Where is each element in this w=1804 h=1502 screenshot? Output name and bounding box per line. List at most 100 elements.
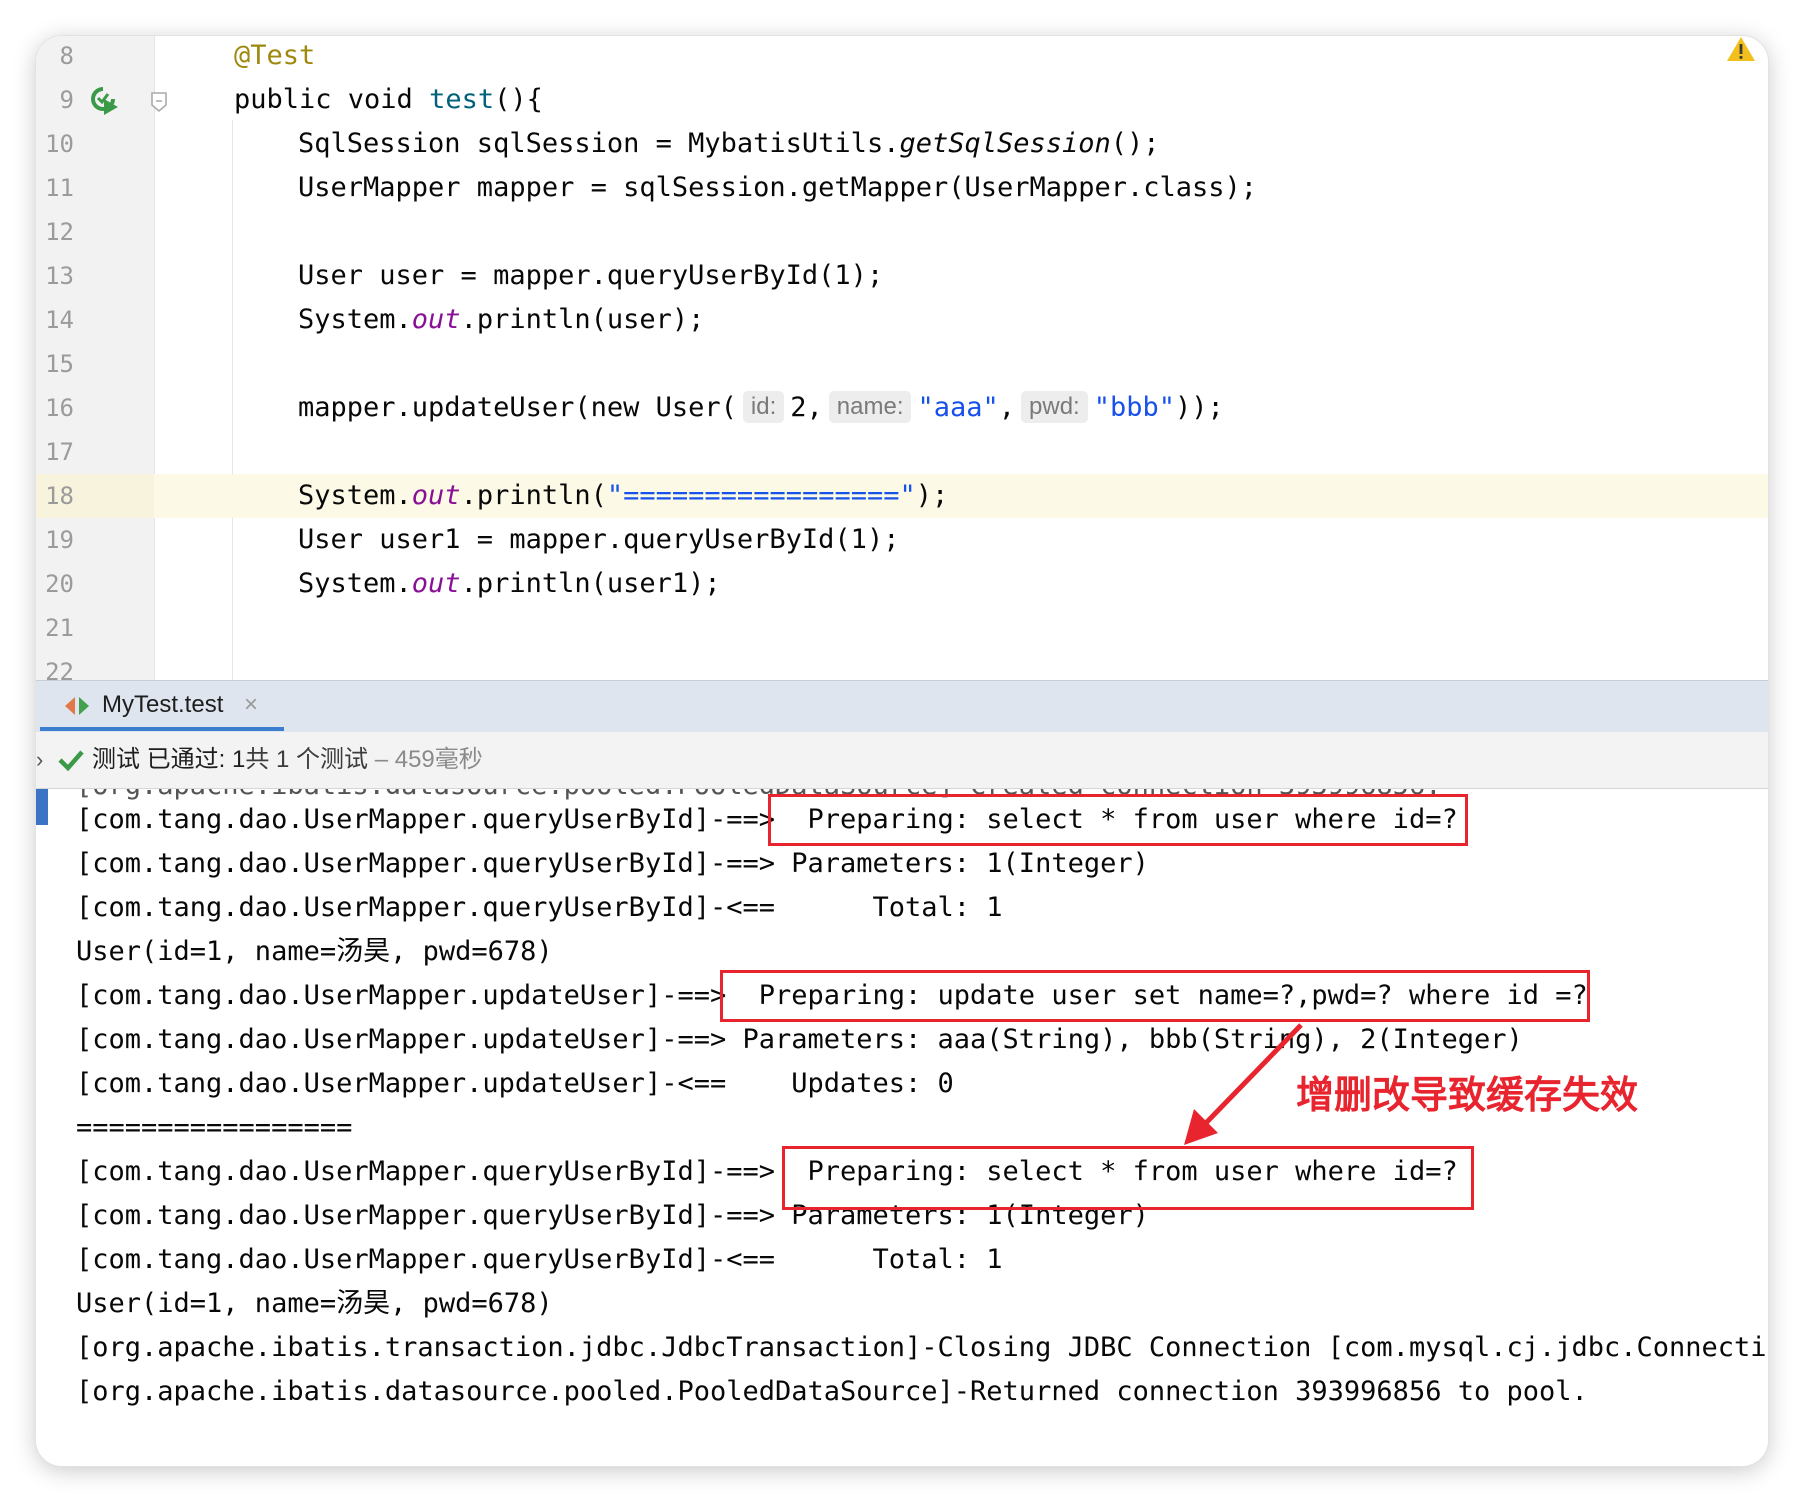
code-token: .println( — [460, 480, 607, 511]
fold-icon[interactable] — [150, 91, 168, 113]
code-line: 22 — [36, 650, 1768, 680]
console-marker — [36, 789, 48, 825]
code-line: 12 — [36, 210, 1768, 254]
line-number: 9 — [59, 86, 74, 114]
annotation-callout: 增删改导致缓存失效 — [1296, 1073, 1639, 1117]
console-line: [org.apache.ibatis.transaction.jdbc.Jdbc… — [76, 1332, 1768, 1363]
code-line: 16 mapper.updateUser(new User(id: 2, name:… — [36, 386, 1768, 430]
line-number: 20 — [45, 570, 74, 598]
code-text: System.out.println("================="); — [234, 474, 948, 518]
annotation-arrow-icon — [1184, 1023, 1303, 1145]
test-status-text: 测试 已通过: 1共 1 个测试 – 459毫秒 — [92, 732, 483, 788]
line-number: 8 — [59, 42, 74, 70]
test-run-icon — [65, 697, 89, 715]
code-text: System.out.println(user1); — [234, 562, 721, 606]
code-text: @Test — [234, 36, 315, 78]
code-line: 13 User user = mapper.queryUserById(1); — [36, 254, 1768, 298]
code-token: (){ — [494, 84, 543, 115]
code-token: User user = mapper.queryUserById(1); — [298, 260, 884, 291]
code-line: 20 System.out.println(user1); — [36, 562, 1768, 606]
console-line: [com.tang.dao.UserMapper.queryUserById]-… — [76, 848, 1149, 879]
code-token: System. — [298, 568, 412, 599]
test-passed-label: 测试 已通过: 1 — [92, 746, 246, 773]
code-token: User user1 = mapper.queryUserById(1); — [298, 524, 900, 555]
code-token: public void — [234, 84, 430, 115]
line-number: 10 — [45, 130, 74, 158]
code-token: , — [998, 392, 1016, 423]
string-literal: "=================" — [606, 480, 916, 511]
line-number: 19 — [45, 526, 74, 554]
static-field: out — [411, 480, 461, 511]
code-line-current: 18 System.out.println("=================… — [36, 474, 1768, 518]
code-line: 8 @Test — [36, 36, 1768, 78]
method-name: test — [429, 84, 495, 115]
code-token: mapper.updateUser(new User( — [298, 392, 737, 423]
console-line: [com.tang.dao.UserMapper.queryUserById]-… — [76, 892, 1003, 923]
code-token: .println(user); — [460, 304, 705, 335]
console-line: User(id=1, name=汤昊, pwd=678) — [76, 936, 553, 967]
code-token: .println(user1); — [460, 568, 721, 599]
code-text: UserMapper mapper = sqlSession.getMapper… — [234, 166, 1257, 210]
code-token: SqlSession sqlSession = MybatisUtils. — [298, 128, 900, 159]
code-line: 15 — [36, 342, 1768, 386]
test-status-bar: › 测试 已通过: 1共 1 个测试 – 459毫秒 — [36, 732, 1768, 789]
line-number: 11 — [45, 174, 74, 202]
static-field: out — [411, 304, 461, 335]
chevron-right-icon[interactable]: › — [36, 732, 43, 788]
run-test-icon[interactable] — [90, 85, 120, 115]
code-line: 21 — [36, 606, 1768, 650]
string-literal: "bbb" — [1093, 392, 1176, 423]
code-token: System. — [298, 304, 412, 335]
test-count: 共 1 个测试 — [245, 746, 369, 773]
line-number: 21 — [45, 614, 74, 642]
check-icon — [58, 750, 84, 772]
code-line: 19 User user1 = mapper.queryUserById(1); — [36, 518, 1768, 562]
code-line: 11 UserMapper mapper = sqlSession.getMap… — [36, 166, 1768, 210]
annotation: @Test — [234, 40, 316, 71]
code-text: SqlSession sqlSession = MybatisUtils.get… — [234, 122, 1160, 166]
code-line: 17 — [36, 430, 1768, 474]
console-line: [com.tang.dao.UserMapper.queryUserById]-… — [76, 1244, 1003, 1275]
code-line: 10 SqlSession sqlSession = MybatisUtils.… — [36, 122, 1768, 166]
highlight-box — [768, 794, 1468, 846]
console-line: ================= — [76, 1112, 353, 1143]
console-line: [com.tang.dao.UserMapper.updateUser]-<==… — [76, 1068, 954, 1099]
close-icon[interactable]: × — [244, 681, 258, 729]
static-field: out — [411, 568, 461, 599]
test-duration: – 459毫秒 — [368, 746, 483, 773]
tab-mytest[interactable]: MyTest.test × — [40, 681, 284, 731]
line-number: 17 — [45, 438, 74, 466]
line-number: 13 — [45, 262, 74, 290]
static-method: getSqlSession — [899, 128, 1111, 159]
code-token: UserMapper mapper = sqlSession.getMapper… — [298, 172, 1258, 203]
code-text: User user = mapper.queryUserById(1); — [234, 254, 883, 298]
code-token: )); — [1175, 392, 1224, 423]
code-line: 9 public void test(){ — [36, 78, 1768, 122]
code-token: System. — [298, 480, 412, 511]
code-line: 14 System.out.println(user); — [36, 298, 1768, 342]
console-line: [org.apache.ibatis.datasource.pooled.Poo… — [76, 1376, 1588, 1407]
line-number: 22 — [45, 658, 74, 680]
code-token: (); — [1110, 128, 1160, 159]
line-number: 14 — [45, 306, 74, 334]
code-text: User user1 = mapper.queryUserById(1); — [234, 518, 899, 562]
parameter-hint: id: — [742, 391, 785, 423]
code-token: 2, — [790, 392, 823, 423]
highlight-box — [720, 970, 1590, 1022]
line-number: 18 — [45, 482, 74, 510]
line-number: 16 — [45, 394, 74, 422]
highlight-box — [782, 1146, 1474, 1210]
line-number: 12 — [45, 218, 74, 246]
parameter-hint: name: — [828, 391, 912, 423]
parameter-hint: pwd: — [1021, 391, 1088, 423]
ide-window: 8 @Test 9 public void test(){ 10 SqlSess… — [36, 36, 1768, 1466]
tab-label: MyTest.test — [102, 691, 224, 718]
code-token: ); — [915, 480, 949, 511]
console-output[interactable]: [org.apache.ibatis.datasource.pooled.Poo… — [36, 789, 1768, 1466]
line-number: 15 — [45, 350, 74, 378]
code-editor[interactable]: 8 @Test 9 public void test(){ 10 SqlSess… — [36, 36, 1768, 680]
run-tool-tabs: MyTest.test × — [36, 680, 1768, 733]
code-text: public void test(){ — [234, 78, 543, 122]
string-literal: "aaa" — [917, 392, 999, 423]
console-line: User(id=1, name=汤昊, pwd=678) — [76, 1288, 553, 1319]
